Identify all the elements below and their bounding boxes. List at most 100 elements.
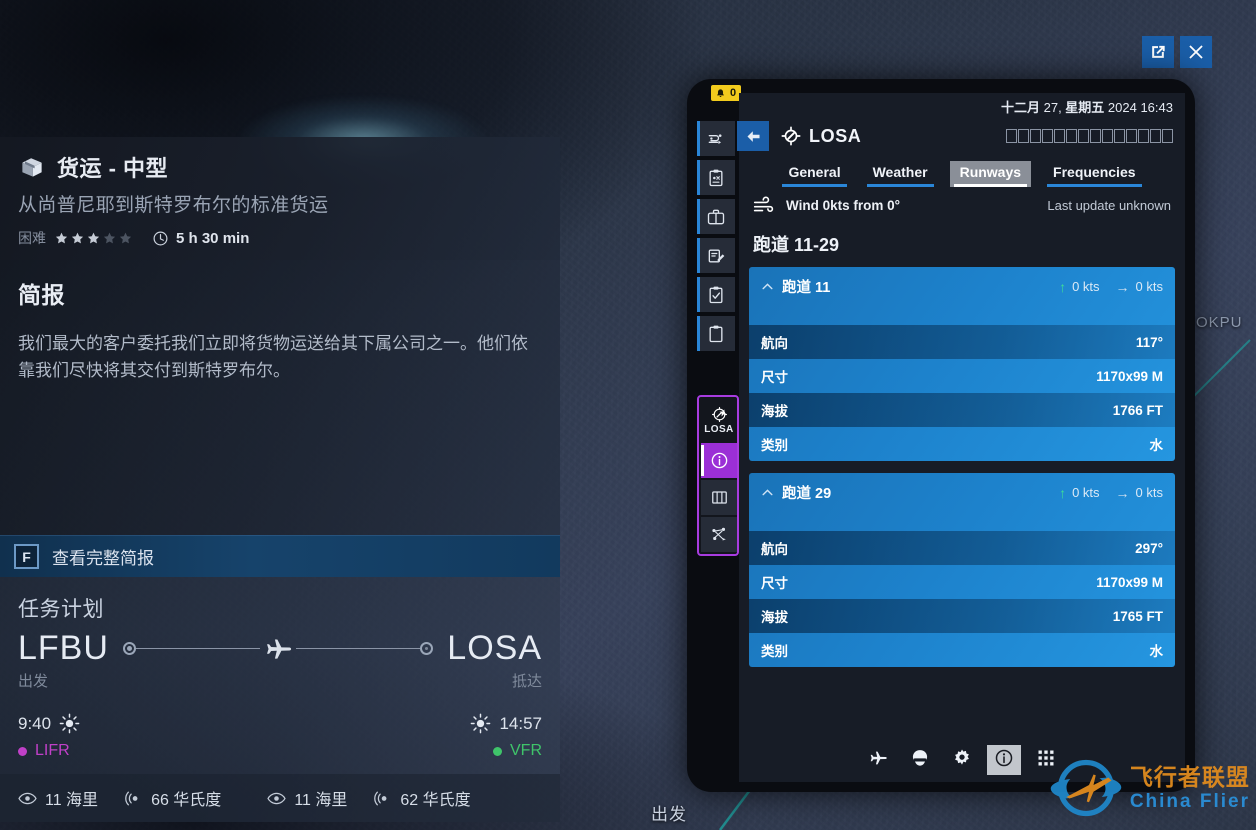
toolbar-pilot-helmet-button[interactable] bbox=[903, 745, 937, 775]
route-progress bbox=[109, 634, 447, 664]
difficulty-stars bbox=[55, 232, 132, 245]
runway-detail-value: 1765 FT bbox=[1113, 609, 1163, 624]
mission-title: 货运 - 中型 bbox=[57, 151, 168, 183]
arrival-visibility-value: 11 海里 bbox=[294, 786, 347, 810]
waypoint-compass-icon bbox=[781, 126, 801, 146]
alert-badge[interactable]: 0 bbox=[711, 85, 741, 101]
toolbar-airplane-button[interactable] bbox=[861, 745, 895, 775]
checklist-clipboard-icon bbox=[706, 168, 726, 188]
missing-glyph-box bbox=[1126, 129, 1137, 143]
runway-detail-key: 海拔 bbox=[761, 606, 788, 626]
runway-crosswind: → 0 kts bbox=[1116, 485, 1163, 501]
efb-screen: 十二月 27, 星期五 2024 16:43 LOSA bbox=[739, 93, 1185, 782]
runway-crosswind-value: 0 kts bbox=[1136, 485, 1163, 500]
sidebar-item-blank-clipboard[interactable] bbox=[697, 316, 735, 351]
missing-glyph-box bbox=[1054, 129, 1065, 143]
tab-weather[interactable]: Weather bbox=[863, 161, 938, 187]
sidebar-item-airport-info[interactable] bbox=[701, 443, 737, 478]
mission-panel: 货运 - 中型 从尚普尼耶到斯特罗布尔的标准货运 困难 bbox=[0, 137, 560, 822]
alert-count: 0 bbox=[730, 87, 736, 99]
sidebar-item-checked-clipboard[interactable] bbox=[697, 277, 735, 312]
arrow-right-icon: → bbox=[1116, 485, 1130, 501]
watermark: 飞行者联盟 China Flier bbox=[1048, 752, 1250, 824]
route-node-arrival bbox=[420, 642, 433, 655]
view-full-briefing-label: 查看完整简报 bbox=[52, 544, 154, 569]
departure-temperature-value: 66 华氏度 bbox=[151, 786, 221, 810]
runway-crosswind: →0 kts bbox=[1116, 279, 1163, 295]
close-button[interactable] bbox=[1180, 36, 1212, 68]
tab-general[interactable]: General bbox=[778, 161, 850, 187]
missing-glyph-box bbox=[1066, 129, 1077, 143]
sidebar-item-briefcase[interactable] bbox=[697, 199, 735, 234]
runway-detail-row: 尺寸1170x99 M bbox=[749, 565, 1175, 599]
mission-meta: 困难 5 h 30 min bbox=[18, 228, 542, 248]
arrow-right-icon: → bbox=[1116, 279, 1130, 295]
runway-card[interactable]: 跑道 29↑0 kts→0 kts航向297°尺寸1170x99 M海拔1765… bbox=[749, 473, 1175, 667]
missing-glyph-box bbox=[1018, 129, 1029, 143]
route-leg-1 bbox=[136, 648, 260, 649]
sidebar-item-route-shuffle[interactable] bbox=[697, 121, 735, 156]
runway-name: 跑道 11 bbox=[782, 276, 830, 297]
route-leg-2 bbox=[296, 648, 420, 649]
route-shuffle-icon bbox=[706, 129, 726, 149]
wind-last-update: Last update unknown bbox=[1047, 198, 1171, 213]
sidebar-item-airport-routes[interactable] bbox=[701, 517, 737, 552]
runway-headwind: ↑0 kts bbox=[1059, 279, 1099, 295]
runway-card-header[interactable]: 跑道 29↑0 kts→0 kts bbox=[749, 473, 1175, 531]
missing-glyph-text bbox=[1006, 129, 1173, 143]
back-button[interactable] bbox=[737, 121, 769, 151]
mission-title-row: 货运 - 中型 bbox=[18, 151, 542, 183]
cargo-box-icon bbox=[18, 153, 46, 181]
departure-visibility: 11 海里 bbox=[18, 786, 98, 810]
flight-plan-title: 任务计划 bbox=[18, 593, 542, 623]
efb-date-weekday: 星期五 bbox=[1065, 100, 1104, 115]
runway-detail-row: 尺寸1170x99 M bbox=[749, 359, 1175, 393]
window-controls bbox=[1142, 36, 1212, 68]
missing-glyph-box bbox=[1162, 129, 1173, 143]
toolbar-gear-button[interactable] bbox=[945, 745, 979, 775]
runway-group-title: 跑道 11-29 bbox=[749, 223, 1175, 267]
sidebar-item-checklist[interactable] bbox=[697, 160, 735, 195]
runway-detail-key: 海拔 bbox=[761, 400, 788, 420]
info-circle-icon bbox=[710, 451, 729, 470]
watermark-text: 飞行者联盟 China Flier bbox=[1130, 766, 1250, 811]
arrival-label: 抵达 bbox=[512, 670, 542, 691]
flight-plan-panel: 任务计划 LFBU LOSA 出发 抵达 bbox=[0, 577, 560, 822]
sidebar-item-airport-charts[interactable] bbox=[701, 480, 737, 515]
eye-icon bbox=[18, 789, 37, 808]
sun-icon bbox=[59, 713, 80, 734]
efb-statusbar: 十二月 27, 星期五 2024 16:43 bbox=[739, 93, 1185, 119]
runway-card-header[interactable]: 跑道 11 ↑0 kts →0 kts bbox=[749, 267, 1175, 325]
app-root: OKPU 出发 货运 - 中型 bbox=[0, 0, 1256, 830]
runway-card[interactable]: 跑道 11↑0 kts→0 kts航向117°尺寸1170x99 M海拔1766… bbox=[749, 267, 1175, 461]
tab-runways[interactable]: Runways bbox=[950, 161, 1031, 187]
runway-detail-value: 297° bbox=[1135, 541, 1163, 556]
clock-icon bbox=[152, 230, 169, 247]
popout-button[interactable] bbox=[1142, 36, 1174, 68]
sun-icon bbox=[470, 713, 491, 734]
toolbar-info-circle-button[interactable] bbox=[987, 745, 1021, 775]
star-filled-icon bbox=[55, 232, 68, 245]
efb-airport-title: LOSA bbox=[809, 126, 861, 147]
departure-label: 出发 bbox=[18, 670, 48, 691]
runway-detail-row: 海拔 1765 FT bbox=[749, 599, 1175, 633]
briefing-heading: 简报 bbox=[18, 276, 542, 310]
duration-value: 5 h 30 min bbox=[176, 230, 249, 247]
watermark-cn: 飞行者联盟 bbox=[1130, 766, 1250, 789]
chevron-up-icon[interactable] bbox=[761, 486, 774, 499]
efb-inner: 0 bbox=[697, 93, 1185, 782]
runway-detail-value: 117° bbox=[1136, 335, 1163, 350]
runway-detail-key: 尺寸 bbox=[761, 366, 788, 386]
sidebar-item-flight-log[interactable] bbox=[697, 238, 735, 273]
route-nodes-icon bbox=[710, 525, 729, 544]
route-endpoint-labels: 出发 抵达 bbox=[18, 670, 542, 691]
chevron-up-icon[interactable] bbox=[761, 280, 774, 293]
info-circle-icon bbox=[994, 748, 1014, 773]
departure-temperature: 66 华氏度 bbox=[124, 786, 221, 810]
key-hint-f: F bbox=[14, 544, 39, 569]
view-full-briefing-button[interactable]: F 查看完整简报 bbox=[0, 535, 560, 577]
efb-content-runways: Wind 0kts from 0° Last update unknown 跑道… bbox=[739, 187, 1185, 738]
tab-frequencies[interactable]: Frequencies bbox=[1043, 161, 1145, 187]
runway-headwind-value: 0 kts bbox=[1072, 485, 1099, 500]
map-label-okpu: OKPU bbox=[1196, 314, 1243, 331]
